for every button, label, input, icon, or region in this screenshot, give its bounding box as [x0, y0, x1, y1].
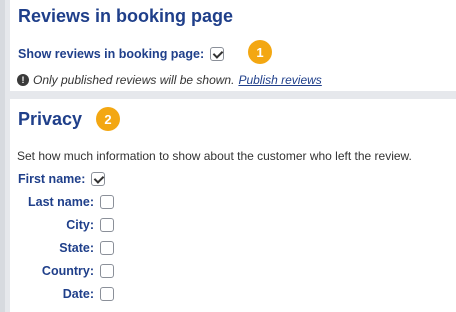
show-reviews-checkbox[interactable]	[210, 47, 225, 61]
field-label-first-name: First name:	[18, 172, 86, 186]
last-name-checkbox[interactable]	[100, 195, 114, 209]
field-label-date: Date:	[62, 287, 94, 301]
field-row-first-name: First name:	[18, 172, 106, 186]
first-name-checkbox[interactable]	[91, 172, 106, 186]
info-text: Only published reviews will be shown.	[33, 73, 235, 87]
show-reviews-label: Show reviews in booking page:	[18, 47, 205, 61]
badge-2: 2	[96, 107, 120, 131]
field-row-last-name: Last name:	[18, 195, 114, 209]
reviews-section-title: Reviews in booking page	[18, 6, 234, 26]
info-line: ! Only published reviews will be shown. …	[17, 73, 322, 87]
exclamation-circle-icon: !	[17, 74, 29, 86]
field-label-city: City:	[66, 218, 94, 232]
field-row-city: City:	[18, 218, 114, 232]
field-label-country: Country:	[41, 264, 94, 278]
field-label-state: State:	[59, 241, 94, 255]
field-row-state: State:	[18, 241, 114, 255]
privacy-description: Set how much information to show about t…	[17, 149, 412, 163]
show-reviews-row: Show reviews in booking page:	[18, 47, 225, 61]
privacy-panel: Privacy 2 Set how much information to sh…	[10, 99, 456, 312]
field-row-country: Country:	[18, 264, 114, 278]
field-label-last-name: Last name:	[28, 195, 94, 209]
privacy-section-title: Privacy	[18, 109, 83, 129]
badge-1: 1	[248, 40, 272, 64]
city-checkbox[interactable]	[100, 218, 114, 232]
state-checkbox[interactable]	[100, 241, 114, 255]
reviews-panel: Reviews in booking page Show reviews in …	[10, 0, 456, 91]
publish-reviews-link[interactable]: Publish reviews	[238, 73, 321, 87]
left-strip	[0, 0, 5, 312]
field-row-date: Date:	[18, 287, 114, 301]
country-checkbox[interactable]	[100, 264, 114, 278]
date-checkbox[interactable]	[100, 287, 114, 301]
